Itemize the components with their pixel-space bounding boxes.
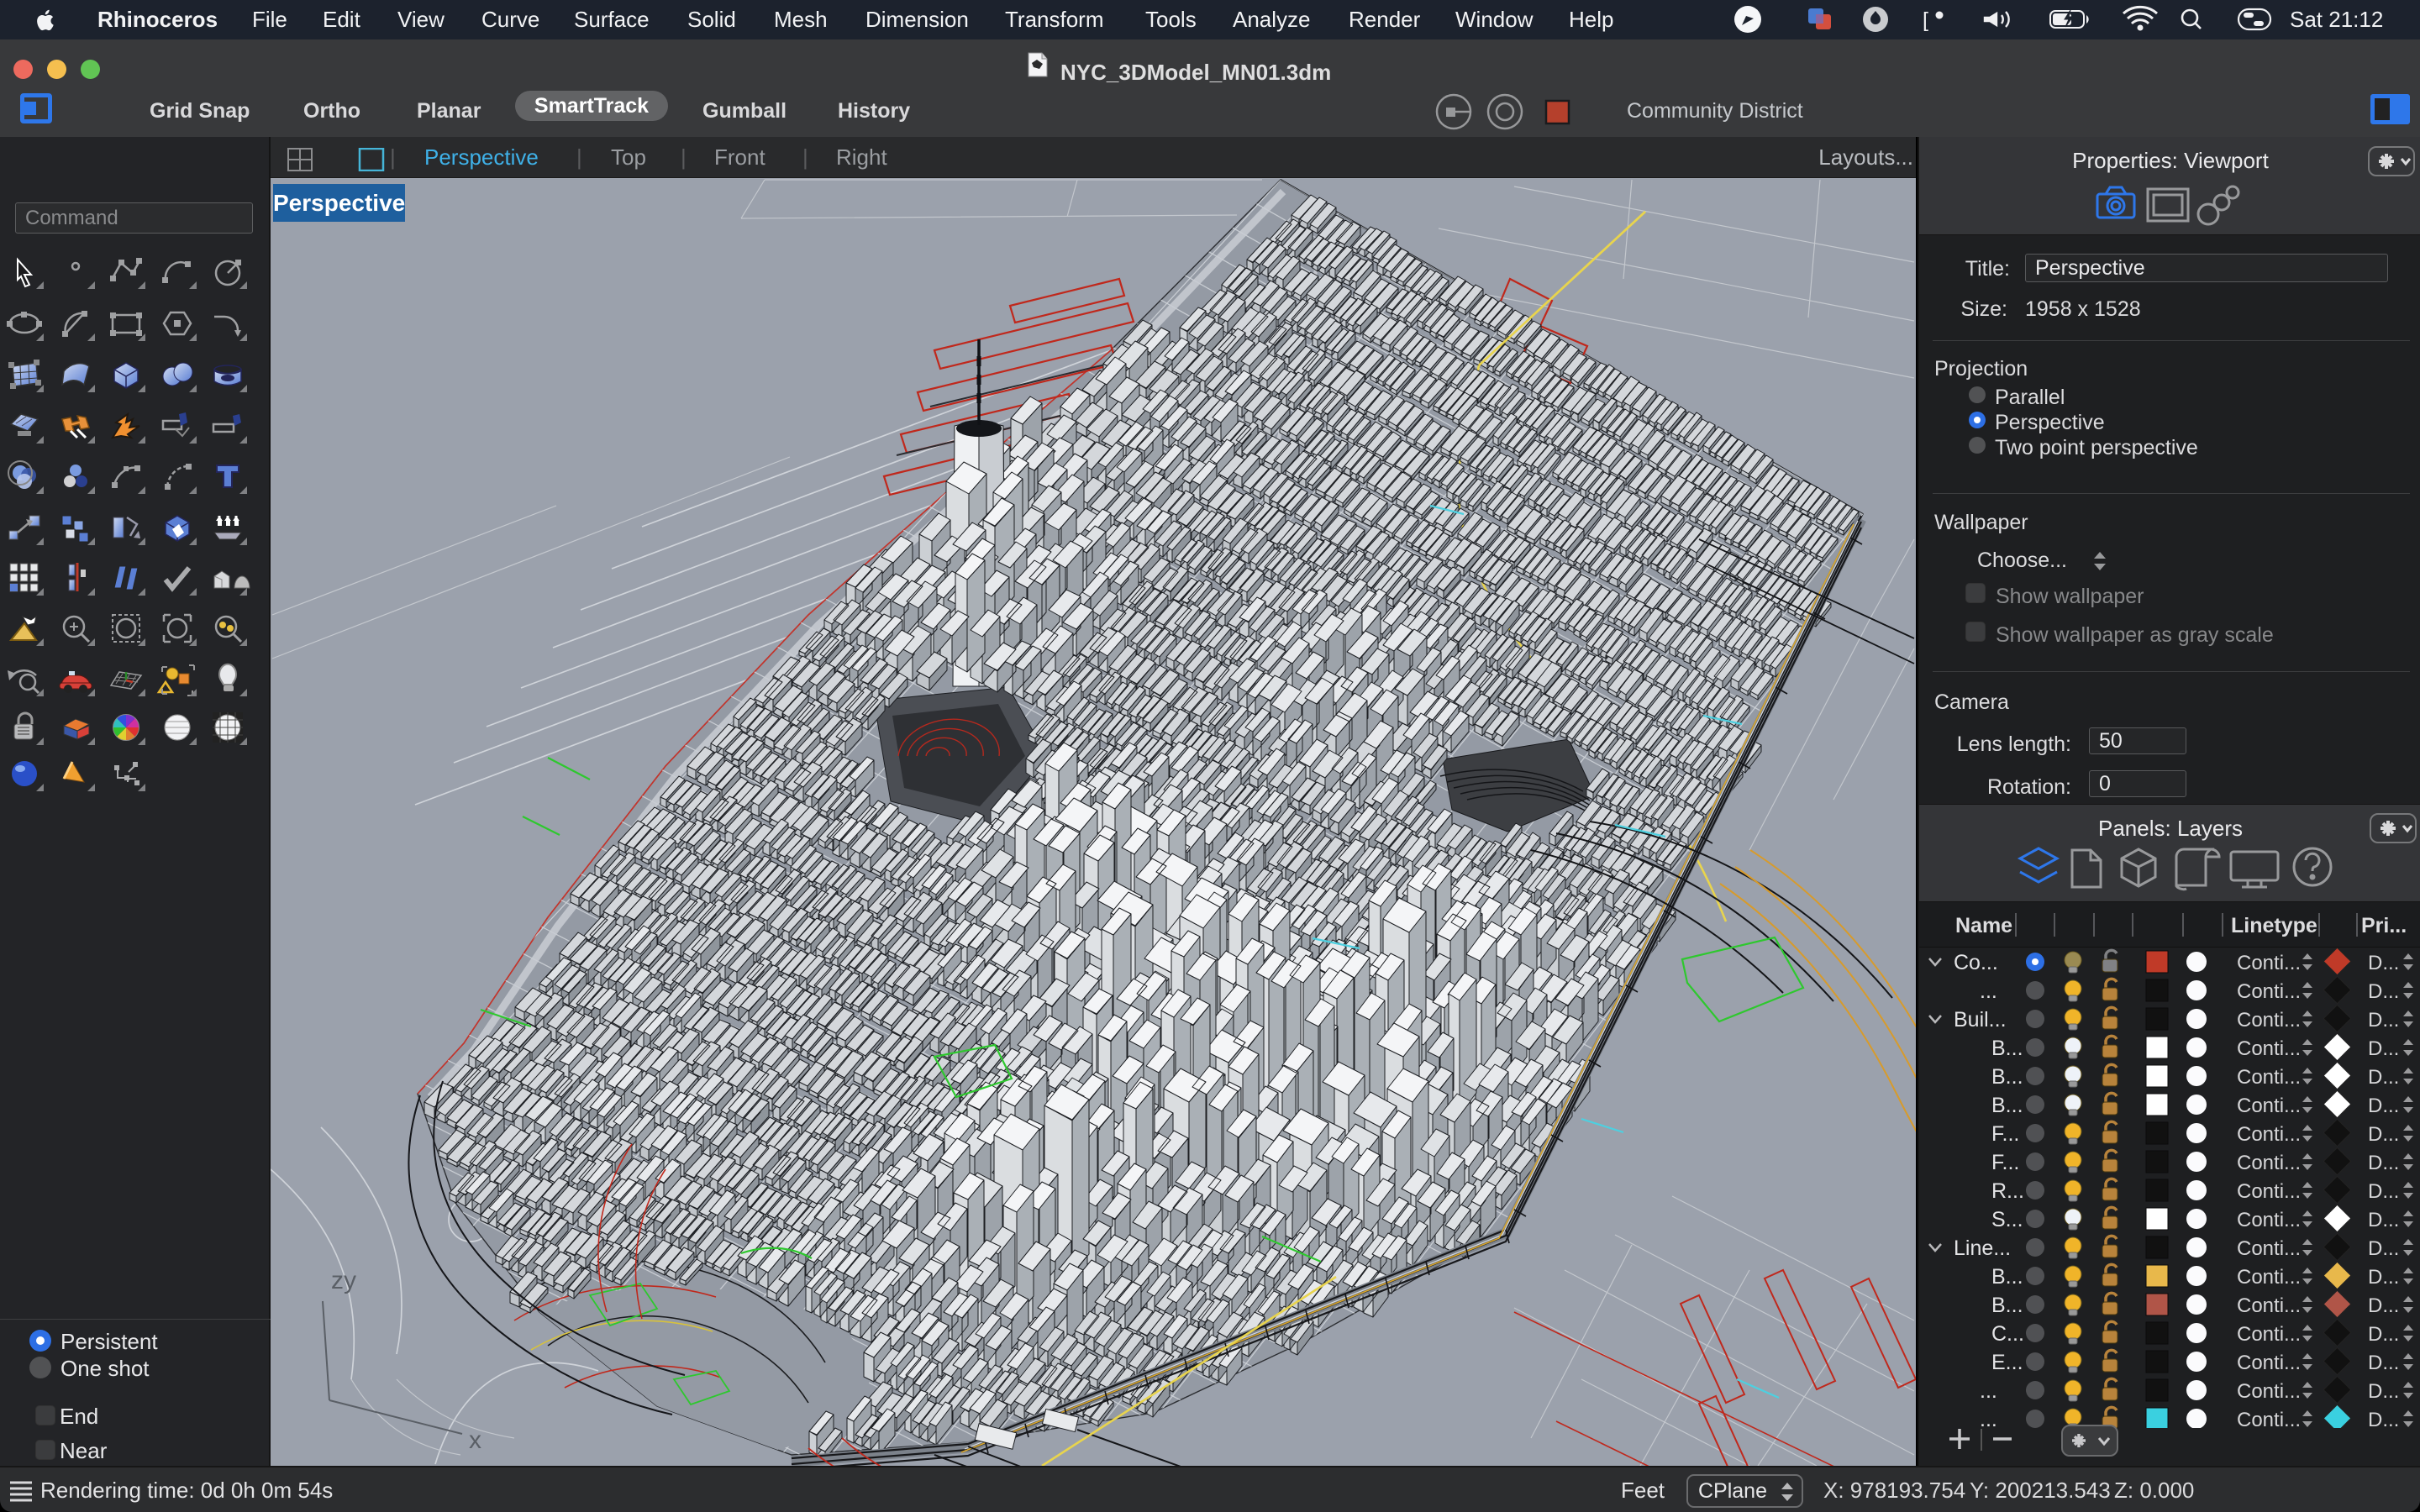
svg-text:Conti...: Conti... [2237, 1037, 2301, 1060]
svg-text:F...: F... [1991, 1151, 2019, 1174]
svg-text:D...: D... [2368, 1180, 2399, 1203]
svg-text:...: ... [1980, 1379, 1997, 1403]
svg-text:Buil...: Buil... [1954, 1008, 2007, 1032]
svg-text:Conti...: Conti... [2237, 1123, 2301, 1146]
svg-text:D...: D... [2368, 1066, 2399, 1089]
svg-text:C...: C... [1991, 1322, 2024, 1346]
svg-text:F...: F... [1991, 1122, 2019, 1146]
svg-text:B...: B... [1991, 1094, 2023, 1117]
svg-text:D...: D... [2368, 1323, 2399, 1346]
svg-text:zy: zy [331, 1267, 356, 1294]
svg-text:D...: D... [2368, 1152, 2399, 1174]
svg-text:D...: D... [2368, 1294, 2399, 1317]
svg-text:Conti...: Conti... [2237, 1066, 2301, 1089]
svg-text:Line...: Line... [1954, 1236, 2011, 1260]
svg-text:D...: D... [2368, 1409, 2399, 1428]
svg-text:Conti...: Conti... [2237, 1380, 2301, 1403]
svg-text:Conti...: Conti... [2237, 1180, 2301, 1203]
svg-text:Conti...: Conti... [2237, 952, 2301, 974]
svg-text:D...: D... [2368, 1237, 2399, 1260]
svg-text:D...: D... [2368, 1266, 2399, 1289]
svg-text:Conti...: Conti... [2237, 1009, 2301, 1032]
svg-text:D...: D... [2368, 1095, 2399, 1117]
svg-text:Conti...: Conti... [2237, 980, 2301, 1003]
svg-text:Conti...: Conti... [2237, 1266, 2301, 1289]
svg-text:R...: R... [1991, 1179, 2024, 1203]
svg-text:E...: E... [1991, 1351, 2023, 1374]
svg-text:Conti...: Conti... [2237, 1237, 2301, 1260]
svg-text:Co...: Co... [1954, 951, 1998, 974]
svg-text:Conti...: Conti... [2237, 1294, 2301, 1317]
svg-text:Conti...: Conti... [2237, 1095, 2301, 1117]
svg-text:D...: D... [2368, 1209, 2399, 1231]
svg-text:D...: D... [2368, 1352, 2399, 1374]
svg-text:Conti...: Conti... [2237, 1152, 2301, 1174]
svg-text:S...: S... [1991, 1208, 2023, 1231]
svg-text:B...: B... [1991, 1037, 2023, 1060]
svg-text:D...: D... [2368, 1037, 2399, 1060]
svg-text:x: x [469, 1426, 481, 1454]
svg-text:Conti...: Conti... [2237, 1209, 2301, 1231]
svg-text:B...: B... [1991, 1265, 2023, 1289]
svg-text:D...: D... [2368, 1380, 2399, 1403]
svg-text:...: ... [1980, 979, 1997, 1003]
svg-text:Conti...: Conti... [2237, 1352, 2301, 1374]
svg-text:[: [ [1923, 8, 1928, 32]
svg-text:D...: D... [2368, 1123, 2399, 1146]
svg-text:D...: D... [2368, 952, 2399, 974]
svg-text:D...: D... [2368, 1009, 2399, 1032]
svg-text:Conti...: Conti... [2237, 1409, 2301, 1428]
svg-text:Conti...: Conti... [2237, 1323, 2301, 1346]
svg-text:B...: B... [1991, 1065, 2023, 1089]
svg-text:B...: B... [1991, 1294, 2023, 1317]
svg-text:D...: D... [2368, 980, 2399, 1003]
